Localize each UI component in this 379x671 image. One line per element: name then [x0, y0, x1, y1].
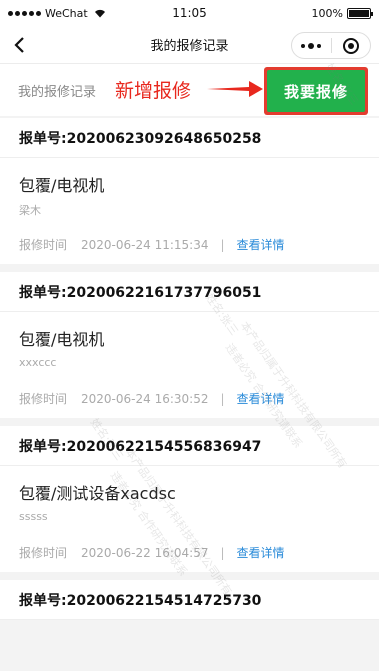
- order-meta: 报修时间 2020-06-24 11:15:34 | 查看详情: [19, 236, 285, 253]
- reporter-name: xxxccc: [19, 356, 57, 369]
- device-name: 包覆/电视机: [19, 176, 105, 195]
- signal-dots-icon: [8, 10, 41, 16]
- repair-time: 2020-06-24 16:30:52: [81, 391, 209, 406]
- repair-time: 2020-06-22 16:04:57: [81, 545, 209, 560]
- status-bar: WeChat 11:05 100%: [0, 0, 379, 26]
- list-item: 报单号:20200622161737796051 包覆/电视机 xxxccc 报…: [0, 272, 379, 418]
- arrow-right-icon: [207, 81, 263, 97]
- battery-percent: 100%: [311, 6, 343, 20]
- list-item: 报单号:20200623092648650258 包覆/电视机 梁木 报修时间 …: [0, 118, 379, 264]
- reporter-name: sssss: [19, 510, 48, 523]
- device-name: 包覆/测试设备xacdsc: [19, 484, 176, 503]
- back-button[interactable]: [4, 26, 34, 64]
- repair-time: 2020-06-24 11:15:34: [81, 237, 209, 252]
- order-body[interactable]: 包覆/电视机 梁木 报修时间 2020-06-24 11:15:34 | 查看详…: [0, 158, 379, 264]
- order-number: 报单号:20200622154514725730: [0, 580, 379, 620]
- order-body[interactable]: 包覆/电视机 xxxccc 报修时间 2020-06-24 16:30:52 |…: [0, 312, 379, 418]
- more-dots-icon: [301, 42, 322, 49]
- records-header: 我的报修记录 新增报修 我要报修: [0, 64, 379, 116]
- meta-divider: |: [220, 545, 225, 560]
- order-number: 报单号:20200622161737796051: [0, 272, 379, 312]
- meta-divider: |: [220, 237, 225, 252]
- order-number: 报单号:20200623092648650258: [0, 118, 379, 158]
- carrier-group: WeChat: [8, 7, 106, 20]
- meta-divider: |: [220, 391, 225, 406]
- chevron-left-icon: [14, 36, 24, 53]
- order-meta: 报修时间 2020-06-22 16:04:57 | 查看详情: [19, 544, 285, 561]
- target-close-icon: [342, 37, 359, 54]
- close-button[interactable]: [332, 37, 371, 54]
- time-label: 报修时间: [19, 238, 68, 252]
- order-number: 报单号:20200622154556836947: [0, 426, 379, 466]
- battery-group: 100%: [311, 6, 373, 20]
- time-label: 报修时间: [19, 392, 68, 406]
- annotation-text: 新增报修: [115, 80, 192, 102]
- view-detail-link[interactable]: 查看详情: [237, 236, 285, 253]
- order-body[interactable]: 包覆/测试设备xacdsc sssss 报修时间 2020-06-22 16:0…: [0, 466, 379, 572]
- list-item: 报单号:20200622154556836947 包覆/测试设备xacdsc s…: [0, 426, 379, 572]
- repair-list: 报单号:20200623092648650258 包覆/电视机 梁木 报修时间 …: [0, 118, 379, 620]
- add-repair-button[interactable]: 我要报修: [264, 67, 368, 115]
- carrier-name: WeChat: [45, 6, 88, 20]
- nav-bar: 我的报修记录: [0, 26, 379, 64]
- battery-icon: [347, 7, 373, 19]
- mini-program-capsule: [291, 32, 371, 59]
- view-detail-link[interactable]: 查看详情: [237, 544, 285, 561]
- add-repair-label: 我要报修: [267, 70, 365, 112]
- records-label: 我的报修记录: [18, 84, 97, 100]
- device-name: 包覆/电视机: [19, 330, 105, 349]
- reporter-name: 梁木: [19, 204, 41, 217]
- wifi-icon: [94, 9, 105, 17]
- time-label: 报修时间: [19, 546, 68, 560]
- order-meta: 报修时间 2020-06-24 16:30:52 | 查看详情: [19, 390, 285, 407]
- list-item: 报单号:20200622154514725730: [0, 580, 379, 620]
- more-button[interactable]: [292, 42, 331, 49]
- view-detail-link[interactable]: 查看详情: [237, 390, 285, 407]
